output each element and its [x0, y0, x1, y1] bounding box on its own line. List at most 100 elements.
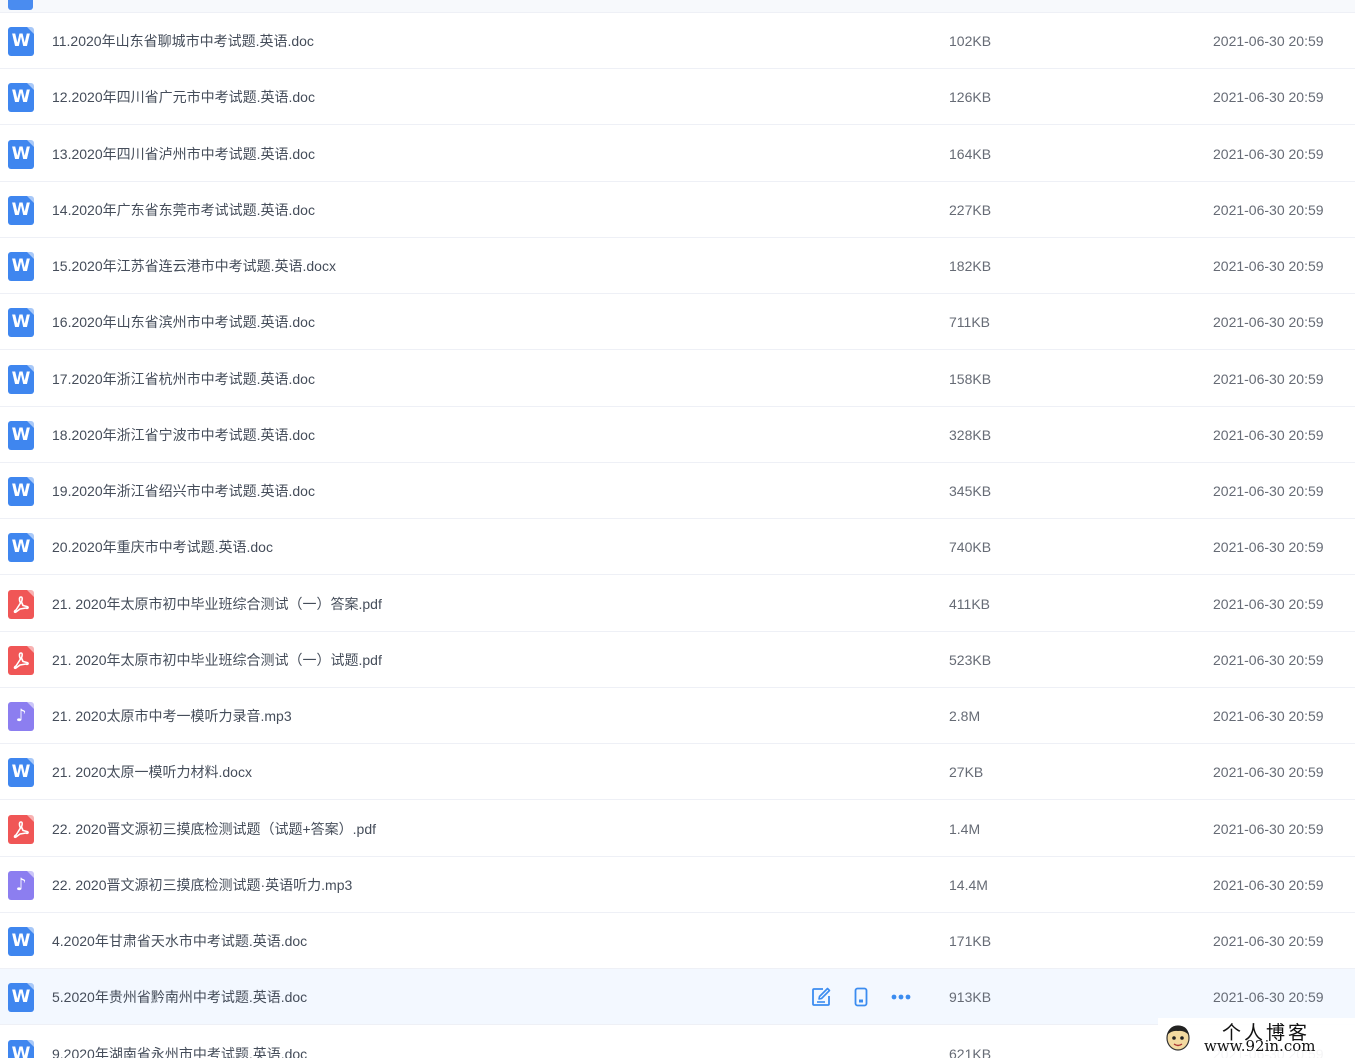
edit-icon[interactable] — [810, 986, 832, 1008]
file-list: W 11.2020年山东省聊城市中考试题.英语.doc 102KB 2021-06-3… — [0, 0, 1355, 1058]
file-row[interactable]: W 4.2020年甘肃省天水市中考试题.英语.doc 171KB 2021-06-30… — [0, 913, 1355, 969]
file-name[interactable]: 21. 2020太原市中考一模听力录音.mp3 — [52, 688, 292, 744]
file-row[interactable]: W 17.2020年浙江省杭州市中考试题.英语.doc 158KB 2021-06-3… — [0, 351, 1355, 407]
word-file-icon: W — [8, 1039, 34, 1058]
file-size: 14.4M — [949, 876, 988, 893]
file-date: 2021-06-30 20:59 — [1213, 539, 1324, 556]
file-name[interactable]: 21. 2020年太原市初中毕业班综合测试（一）试题.pdf — [52, 632, 382, 688]
word-file-icon: W — [8, 477, 34, 506]
watermark: 个人博客 www.92in.com — [1158, 1018, 1355, 1058]
file-name[interactable]: 11.2020年山东省聊城市中考试题.英语.doc — [52, 13, 314, 69]
file-name[interactable]: 19.2020年浙江省绍兴市中考试题.英语.doc — [52, 463, 315, 519]
file-date: 2021-06-30 20:59 — [1213, 595, 1324, 612]
file-date: 2021-06-30 20:59 — [1213, 258, 1324, 274]
file-name[interactable]: 13.2020年四川省泸州市中考试题.英语.doc — [52, 126, 315, 182]
word-file-icon: W — [8, 533, 34, 563]
file-name[interactable]: 5.2020年贵州省黔南州中考试题.英语.doc — [52, 969, 307, 1025]
file-size: 2.8M — [949, 708, 981, 724]
file-date: 2021-06-30 20:59 — [1213, 89, 1324, 106]
word-file-icon: W — [8, 927, 34, 956]
file-name[interactable]: 21. 2020年太原市初中毕业班综合测试（一）答案.pdf — [52, 576, 382, 632]
mobile-phone-icon[interactable] — [850, 986, 872, 1008]
file-date: 2021-06-30 20:59 — [1213, 201, 1324, 218]
file-row[interactable]: ♪ 21. 2020太原市中考一模听力录音.mp3 2.8M 2021-06-30 2… — [0, 688, 1355, 744]
file-name[interactable]: 18.2020年浙江省宁波市中考试题.英语.doc — [52, 407, 315, 463]
file-date: 2021-06-30 20:59 — [1213, 483, 1324, 499]
word-file-icon: W — [8, 364, 34, 394]
file-name[interactable]: 12.2020年四川省广元市中考试题.英语.doc — [52, 69, 315, 125]
file-size: 126KB — [949, 89, 992, 106]
file-size: 621KB — [949, 1045, 992, 1058]
file-size: 171KB — [949, 933, 992, 949]
word-file-icon — [8, 0, 33, 10]
file-name[interactable]: 21. 2020太原一模听力材料.docx — [52, 744, 252, 800]
file-size: 411KB — [949, 595, 990, 612]
file-size: 711KB — [949, 314, 990, 331]
file-size: 1.4M — [949, 820, 981, 837]
file-date: 2021-06-30 20:59 — [1213, 989, 1324, 1006]
more-icon[interactable] — [890, 986, 912, 1008]
file-date: 2021-06-30 20:59 — [1213, 426, 1324, 443]
file-date: 2021-06-30 20:59 — [1213, 145, 1324, 162]
file-size: 164KB — [949, 145, 992, 162]
file-row[interactable]: W 13.2020年四川省泸州市中考试题.英语.doc 164KB 2021-06-3… — [0, 126, 1355, 182]
file-size: 328KB — [949, 426, 992, 443]
file-size: 345KB — [949, 483, 992, 499]
file-row[interactable]: 21. 2020年太原市初中毕业班综合测试（一）答案.pdf 411KB 2021-… — [0, 576, 1355, 632]
file-row[interactable]: W9.2020年湖南省永州市中考试题.英语.doc621KB2021-06-30… — [0, 1026, 1355, 1058]
file-name[interactable]: 4.2020年甘肃省天水市中考试题.英语.doc — [52, 913, 307, 969]
file-row[interactable]: W 12.2020年四川省广元市中考试题.英语.doc 126KB 2021-06-3… — [0, 69, 1355, 126]
file-date: 2021-06-30 20:59 — [1213, 314, 1324, 331]
file-row[interactable]: W 19.2020年浙江省绍兴市中考试题.英语.doc 345KB 2021-06-3… — [0, 463, 1355, 519]
file-date: 2021-06-30 20:59 — [1213, 876, 1324, 893]
word-file-icon: W — [8, 83, 34, 113]
file-row[interactable]: ♪ 22. 2020晋文源初三摸底检测试题·英语听力.mp3 14.4M 2021-0… — [0, 857, 1355, 913]
file-size: 227KB — [949, 201, 992, 218]
word-file-icon: W — [8, 420, 34, 450]
file-name[interactable]: 14.2020年广东省东莞市考试试题.英语.doc — [52, 182, 315, 238]
word-file-icon: W — [8, 758, 34, 788]
word-file-icon: W — [8, 983, 34, 1013]
file-date: 2021-06-30 20:59 — [1213, 933, 1324, 949]
file-size: 740KB — [949, 539, 992, 556]
file-size: 102KB — [949, 33, 992, 49]
pdf-file-icon — [8, 589, 34, 619]
file-row[interactable]: W 15.2020年江苏省连云港市中考试题.英语.docx 182KB 2021-06… — [0, 238, 1355, 294]
file-row[interactable]: 21. 2020年太原市初中毕业班综合测试（一）试题.pdf 523KB 2021-… — [0, 632, 1355, 688]
file-size: 27KB — [949, 764, 984, 781]
file-row[interactable]: W 20.2020年重庆市中考试题.英语.doc 740KB 2021-06-30 2… — [0, 519, 1355, 576]
file-row[interactable]: W 16.2020年山东省滨州市中考试题.英语.doc 711KB 2021-06-3… — [0, 294, 1355, 351]
file-date: 2021-06-30 20:59 — [1213, 708, 1324, 724]
word-file-icon: W — [8, 139, 34, 169]
music-file-icon: ♪ — [8, 702, 34, 731]
file-name[interactable]: 17.2020年浙江省杭州市中考试题.英语.doc — [52, 351, 315, 407]
pdf-file-icon — [8, 814, 34, 844]
file-size: 523KB — [949, 651, 992, 668]
word-file-icon: W — [8, 195, 34, 225]
file-date: 2021-06-30 20:59 — [1213, 820, 1324, 837]
file-row[interactable]: W 18.2020年浙江省宁波市中考试题.英语.doc 328KB 2021-06-3… — [0, 407, 1355, 463]
file-row[interactable]: W 5.2020年贵州省黔南州中考试题.英语.doc 913KB 2021-06-30… — [0, 969, 1355, 1026]
file-date: 2021-06-30 20:59 — [1213, 370, 1324, 387]
file-date: 2021-06-30 20:59 — [1213, 651, 1324, 668]
file-row[interactable]: W 11.2020年山东省聊城市中考试题.英语.doc 102KB 2021-06-3… — [0, 13, 1355, 69]
file-name[interactable]: 20.2020年重庆市中考试题.英语.doc — [52, 519, 273, 575]
music-file-icon: ♪ — [8, 870, 34, 900]
partial-row-top[interactable] — [0, 0, 1355, 13]
cartoon-face-logo — [1166, 1025, 1190, 1051]
file-size: 158KB — [949, 370, 992, 387]
file-row[interactable]: W 14.2020年广东省东莞市考试试题.英语.doc 227KB 2021-06-3… — [0, 182, 1355, 238]
file-name[interactable]: 15.2020年江苏省连云港市中考试题.英语.docx — [52, 238, 336, 294]
file-name[interactable]: 22. 2020晋文源初三摸底检测试题（试题+答案）.pdf — [52, 801, 376, 857]
file-name[interactable]: 22. 2020晋文源初三摸底检测试题·英语听力.mp3 — [52, 857, 352, 913]
file-size: 182KB — [949, 258, 992, 274]
file-size: 913KB — [949, 989, 992, 1006]
watermark-url: www.92in.com — [1204, 1037, 1316, 1055]
file-date: 2021-06-30 20:59 — [1213, 764, 1324, 781]
word-file-icon: W — [8, 308, 34, 338]
file-row[interactable]: W 21. 2020太原一模听力材料.docx 27KB 2021-06-30 20:… — [0, 744, 1355, 801]
file-name[interactable]: 16.2020年山东省滨州市中考试题.英语.doc — [52, 294, 315, 350]
word-file-icon: W — [8, 27, 34, 56]
file-name[interactable]: 9.2020年湖南省永州市中考试题.英语.doc — [52, 1026, 307, 1058]
file-row[interactable]: 22. 2020晋文源初三摸底检测试题（试题+答案）.pdf 1.4M 2021-0… — [0, 801, 1355, 857]
